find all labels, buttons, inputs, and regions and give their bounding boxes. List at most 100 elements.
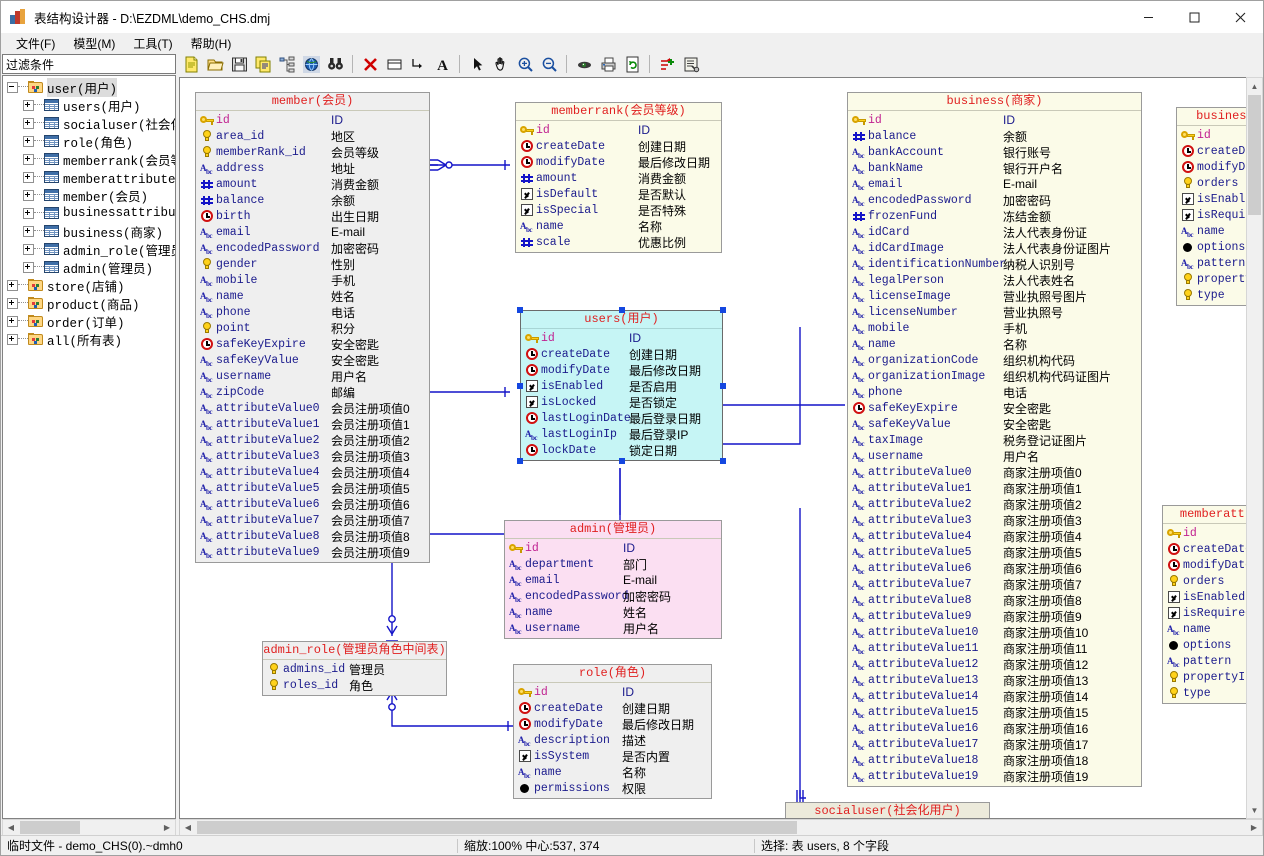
table-field-row[interactable]: lastLoginDate 最后登录日期 bbox=[521, 410, 722, 426]
table-field-row[interactable]: Abc attributeValue3 商家注册项值3 bbox=[848, 512, 1141, 528]
print-icon[interactable] bbox=[597, 53, 619, 75]
table-box-member[interactable]: member(会员) id ID area_id 地区 memberRank_id 会员等级… bbox=[195, 92, 430, 563]
table-field-row[interactable]: Abc attributeValue17 商家注册项值17 bbox=[848, 736, 1141, 752]
table-field-row[interactable]: Abc attributeValue1 商家注册项值1 bbox=[848, 480, 1141, 496]
table-field-row[interactable]: modifyDate 最后修改日期 bbox=[516, 154, 721, 170]
table-field-row[interactable]: Abc attributeValue8 商家注册项值8 bbox=[848, 592, 1141, 608]
table-field-row[interactable]: Abc encodedPassword 加密密码 bbox=[848, 192, 1141, 208]
resize-handle[interactable] bbox=[618, 458, 625, 464]
table-field-row[interactable]: Abc description 描述 bbox=[514, 732, 711, 748]
table-field-row[interactable]: Abc email E-mail bbox=[505, 572, 721, 588]
tree-node-all[interactable]: all(所有表) bbox=[3, 330, 175, 349]
table-field-row[interactable]: lockDate 锁定日期 bbox=[521, 442, 722, 458]
table-field-row[interactable]: isSystem 是否内置 bbox=[514, 748, 711, 764]
table-field-row[interactable]: Abc licenseNumber 营业执照号 bbox=[848, 304, 1141, 320]
menu-model[interactable]: 模型(M) bbox=[64, 33, 124, 54]
tree-node-role[interactable]: role(角色) bbox=[3, 132, 175, 151]
table-field-row[interactable]: Abc mobile 手机 bbox=[848, 320, 1141, 336]
expand-icon[interactable] bbox=[23, 225, 34, 237]
table-field-row[interactable]: Abc attributeValue3 会员注册项值3 bbox=[196, 448, 429, 464]
canvas-scroll-down-arrow[interactable]: ▼ bbox=[1247, 802, 1262, 818]
tree-node-user[interactable]: user(用户) bbox=[3, 77, 175, 97]
table-field-row[interactable]: Abc name 姓名 bbox=[196, 288, 429, 304]
table-field-row[interactable]: point 积分 bbox=[196, 320, 429, 336]
tree-node-store[interactable]: store(店铺) bbox=[3, 276, 175, 295]
tree-node-product[interactable]: product(商品) bbox=[3, 294, 175, 313]
table-field-row[interactable]: createDate 创建日期 bbox=[514, 700, 711, 716]
resize-handle[interactable] bbox=[720, 458, 726, 464]
open-folder-icon[interactable] bbox=[204, 53, 226, 75]
expand-icon[interactable] bbox=[7, 297, 18, 309]
maximize-button[interactable] bbox=[1171, 1, 1217, 33]
tree-node-memberrank[interactable]: memberrank(会员等级 bbox=[3, 150, 175, 169]
table-field-row[interactable]: Abc attributeValue13 商家注册项值13 bbox=[848, 672, 1141, 688]
menu-file[interactable]: 文件(F) bbox=[7, 33, 64, 54]
table-field-row[interactable]: amount 消费金额 bbox=[196, 176, 429, 192]
table-field-row[interactable]: id ID bbox=[514, 684, 711, 700]
table-field-row[interactable]: safeKeyExpire 安全密匙 bbox=[196, 336, 429, 352]
table-field-row[interactable]: id ID bbox=[196, 112, 429, 128]
table-field-row[interactable]: Abc phone 电话 bbox=[196, 304, 429, 320]
expand-icon[interactable] bbox=[23, 135, 34, 147]
table-field-row[interactable]: permissions 权限 bbox=[514, 780, 711, 796]
table-field-row[interactable]: Abc attributeValue6 商家注册项值6 bbox=[848, 560, 1141, 576]
table-field-row[interactable]: id ID bbox=[505, 540, 721, 556]
table-field-row[interactable]: scale 优惠比例 bbox=[516, 234, 721, 250]
table-box-users[interactable]: users(用户) id ID createDate 创建日期 modifyDate 最后修… bbox=[517, 307, 726, 464]
table-field-row[interactable]: modifyDate 最后修改日期 bbox=[514, 716, 711, 732]
table-field-row[interactable]: balance 余额 bbox=[848, 128, 1141, 144]
collapse-icon[interactable] bbox=[7, 81, 18, 93]
model-tree-panel[interactable]: user(用户) users(用户) socialuser(社会化用 role(角色)… bbox=[2, 75, 176, 819]
table-field-row[interactable]: Abc name 名称 bbox=[848, 336, 1141, 352]
tree-scroll-thumb[interactable] bbox=[20, 821, 80, 834]
canvas-scroll-up-arrow[interactable]: ▲ bbox=[1247, 78, 1262, 94]
filter-input[interactable]: 过滤条件 bbox=[2, 54, 176, 74]
table-field-row[interactable]: Abc name 名称 bbox=[516, 218, 721, 234]
table-field-row[interactable]: Abc name 姓名 bbox=[505, 604, 721, 620]
delete-icon[interactable] bbox=[359, 53, 381, 75]
table-field-row[interactable]: Abc name 名称 bbox=[514, 764, 711, 780]
table-box-memberrank[interactable]: memberrank(会员等级) id ID createDate 创建日期 modify… bbox=[515, 102, 722, 253]
table-field-row[interactable]: Abc username 用户名 bbox=[505, 620, 721, 636]
close-button[interactable] bbox=[1217, 1, 1263, 33]
table-box-admin_role[interactable]: admin_role(管理员角色中间表) admins_id 管理员 roles_id… bbox=[262, 641, 447, 696]
table-field-row[interactable]: Abc phone 电话 bbox=[848, 384, 1141, 400]
table-field-row[interactable]: Abc encodedPassword 加密密码 bbox=[196, 240, 429, 256]
table-box-admin[interactable]: admin(管理员) id ID Abc department 部门 Abc email E-m… bbox=[504, 520, 722, 639]
table-field-row[interactable]: Abc attributeValue19 商家注册项值19 bbox=[848, 768, 1141, 784]
menu-tools[interactable]: 工具(T) bbox=[124, 33, 181, 54]
table-field-row[interactable]: Abc safeKeyValue 安全密匙 bbox=[848, 416, 1141, 432]
new-file-icon[interactable] bbox=[180, 53, 202, 75]
table-field-row[interactable]: Abc attributeValue9 商家注册项值9 bbox=[848, 608, 1141, 624]
table-field-row[interactable]: Abc organizationCode 组织机构代码 bbox=[848, 352, 1141, 368]
table-field-row[interactable]: Abc zipCode 邮编 bbox=[196, 384, 429, 400]
expand-icon[interactable] bbox=[23, 117, 34, 129]
table-field-row[interactable]: Abc lastLoginIp 最后登录IP bbox=[521, 426, 722, 442]
canvas-hscroll-thumb[interactable] bbox=[197, 821, 797, 834]
tree-node-socialuser[interactable]: socialuser(社会化用 bbox=[3, 114, 175, 133]
table-field-row[interactable]: Abc username 用户名 bbox=[196, 368, 429, 384]
expand-icon[interactable] bbox=[7, 333, 18, 345]
tree-scroll-right-arrow[interactable]: ▶ bbox=[159, 820, 175, 835]
table-field-row[interactable]: Abc attributeValue8 会员注册项值8 bbox=[196, 528, 429, 544]
table-field-row[interactable]: Abc attributeValue1 会员注册项值1 bbox=[196, 416, 429, 432]
preview-eye-icon[interactable] bbox=[573, 53, 595, 75]
resize-handle[interactable] bbox=[720, 307, 726, 313]
globe-icon[interactable] bbox=[300, 53, 322, 75]
table-field-row[interactable]: Abc attributeValue11 商家注册项值11 bbox=[848, 640, 1141, 656]
new-relation-icon[interactable] bbox=[407, 53, 429, 75]
expand-icon[interactable] bbox=[23, 207, 34, 219]
resize-handle[interactable] bbox=[517, 458, 523, 464]
table-field-row[interactable]: Abc attributeValue2 会员注册项值2 bbox=[196, 432, 429, 448]
table-field-row[interactable]: Abc safeKeyValue 安全密匙 bbox=[196, 352, 429, 368]
table-field-row[interactable]: gender 性别 bbox=[196, 256, 429, 272]
table-field-row[interactable]: Abc bankAccount 银行账号 bbox=[848, 144, 1141, 160]
table-box-socialuser[interactable]: socialuser(社会化用户) bbox=[785, 802, 990, 818]
table-field-row[interactable]: Abc mobile 手机 bbox=[196, 272, 429, 288]
save-as-icon[interactable] bbox=[252, 53, 274, 75]
table-field-row[interactable]: Abc attributeValue10 商家注册项值10 bbox=[848, 624, 1141, 640]
table-field-row[interactable]: roles_id 角色 bbox=[263, 677, 446, 693]
table-field-row[interactable]: modifyDate 最后修改日期 bbox=[521, 362, 722, 378]
table-field-row[interactable]: safeKeyExpire 安全密匙 bbox=[848, 400, 1141, 416]
table-field-row[interactable]: amount 消费金额 bbox=[516, 170, 721, 186]
